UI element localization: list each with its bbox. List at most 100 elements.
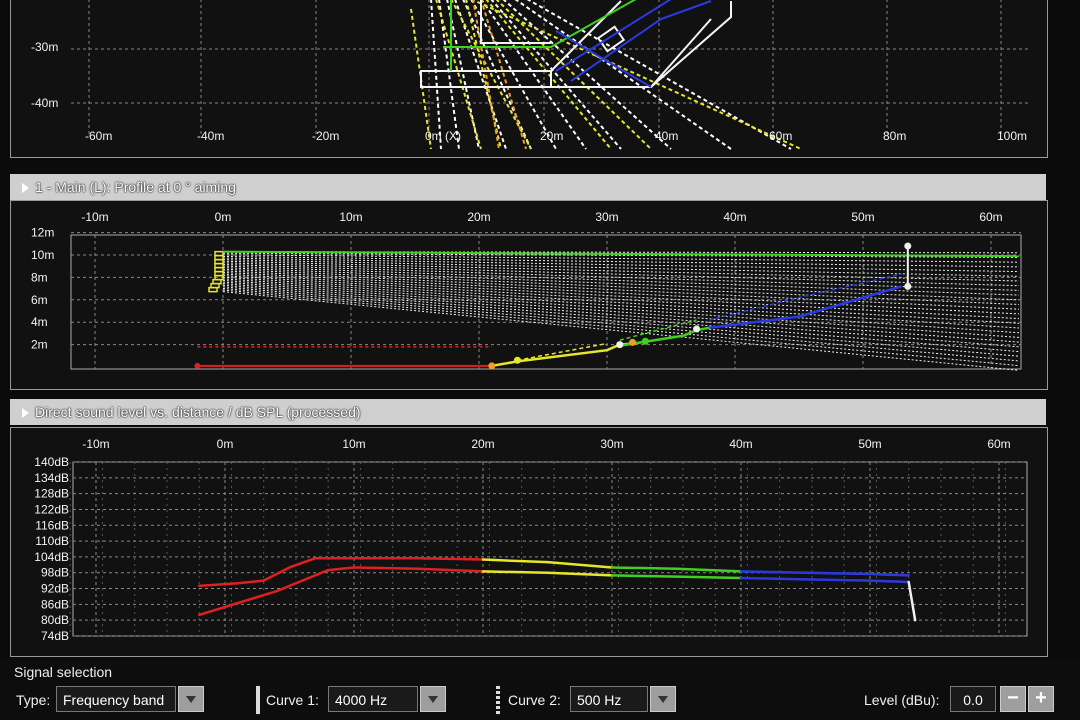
spl-chart-panel: -10m 0m 10m 20m 30m 40m 50m 60m 140dB 134dB 128dB 1… — [10, 427, 1048, 657]
type-dropdown[interactable]: Frequency band — [56, 686, 176, 712]
profile-x-tick-label: 30m — [595, 210, 618, 224]
spl-series-1-segment — [868, 572, 910, 577]
audience-yellow-line — [491, 342, 633, 368]
sound-ray — [472, 0, 500, 150]
top-x-tick-label: -40m — [197, 129, 224, 143]
sound-ray — [480, 0, 527, 150]
profile-point — [616, 341, 624, 349]
audience-blue-dashed — [709, 273, 902, 321]
sound-ray — [502, 0, 672, 150]
profile-sound-ray — [222, 273, 1020, 320]
spl-series-2-segment — [275, 579, 304, 593]
top-y-tick-label: -30m — [31, 40, 58, 54]
profile-x-tick-label: 40m — [723, 210, 746, 224]
spl-series-2-segment — [352, 566, 420, 571]
spl-x-tick-label: 10m — [342, 437, 365, 451]
spl-series-1-segment — [804, 571, 872, 576]
spl-y-tick-label: 116dB — [35, 518, 69, 532]
spl-chart: -10m 0m 10m 20m 30m 40m 50m 60m140dB134dB128dB1… — [34, 437, 1028, 643]
blue-zone-line — [555, 30, 652, 88]
spl-y-tick-label: 128dB — [34, 487, 69, 501]
curve2-label: Curve 2: — [508, 692, 561, 708]
spl-series-2-segment — [868, 579, 910, 584]
spl-x-tick-label: 20m — [471, 437, 494, 451]
expand-triangle-icon[interactable] — [22, 408, 29, 419]
spl-series-1-segment — [262, 566, 291, 582]
profile-x-tick-label: -10m — [81, 210, 108, 224]
spl-y-tick-label: 74dB — [41, 629, 69, 643]
profile-y-tick-label: 12m — [31, 226, 54, 240]
profile-sound-ray — [222, 270, 1020, 310]
spl-series-1-segment — [481, 558, 549, 564]
spl-series-1-segment — [288, 556, 317, 569]
spl-series-2-segment — [804, 578, 872, 582]
top-plot: -30m -40m -60m -40m -20m 0m (X) 20m 40m 60m 80m 10… — [31, 0, 1031, 150]
spl-section-title: Direct sound level vs. distance / dB SPL… — [35, 404, 361, 420]
profile-x-tick-label: 10m — [339, 210, 362, 224]
spl-y-tick-label: 98dB — [41, 566, 69, 580]
level-label: Level (dBu): — [864, 692, 940, 708]
array-element — [208, 286, 218, 293]
profile-y-tick-label: 4m — [31, 315, 48, 329]
curve1-dropdown[interactable]: 4000 Hz — [328, 686, 418, 712]
curve1-dropdown-chevron-down-icon[interactable] — [420, 686, 446, 712]
audience-blue-line — [709, 285, 902, 330]
profile-plot: -10m 0m 10m 20m 30m 40m 50m 60m 12m 10m 8m 6m 4m 2m — [31, 210, 1022, 371]
spl-x-tick-label: 0m — [217, 437, 234, 451]
spl-y-tick-label: 104dB — [34, 550, 69, 564]
top-plot-panel: -30m -40m -60m -40m -20m 0m (X) 20m 40m 60m 80m 10… — [10, 0, 1048, 158]
spl-y-tick-label: 122dB — [34, 502, 69, 516]
profile-point — [693, 325, 701, 333]
spl-series-1-segment — [675, 567, 743, 573]
top-x-tick-label: 100m — [997, 129, 1027, 143]
spl-section-header[interactable]: Direct sound level vs. distance / dB SPL… — [10, 399, 1046, 425]
spl-x-tick-label: 60m — [987, 437, 1010, 451]
spl-series-2-segment — [301, 568, 330, 582]
sound-ray — [485, 0, 612, 150]
expand-triangle-icon[interactable] — [22, 183, 29, 194]
curve1-label: Curve 1: — [266, 692, 319, 708]
profile-point — [513, 356, 521, 364]
spl-series-1-segment — [417, 556, 485, 561]
spl-y-tick-label: 92dB — [41, 582, 69, 596]
signal-selection-bar: Signal selection Type: Frequency band Cu… — [0, 658, 1080, 720]
profile-sound-ray — [222, 255, 1020, 268]
spl-series-2-segment — [417, 567, 485, 573]
spl-series-2-segment — [223, 597, 253, 609]
type-label: Type: — [16, 692, 51, 708]
profile-plot-panel: -10m 0m 10m 20m 30m 40m 50m 60m 12m 10m 8m 6m 4m 2m — [10, 200, 1048, 390]
spl-series-2-segment — [739, 576, 807, 581]
profile-y-tick-label: 8m — [31, 270, 48, 284]
top-x-tick-label: -20m — [312, 129, 339, 143]
spl-series-2-segment — [197, 605, 227, 617]
profile-point — [904, 242, 912, 250]
profile-y-tick-label: 6m — [31, 293, 48, 307]
curve2-divider — [496, 686, 500, 714]
curve2-dropdown-chevron-down-icon[interactable] — [650, 686, 676, 712]
profile-sound-ray — [222, 267, 1020, 301]
profile-sound-ray — [222, 259, 1020, 277]
profile-x-tick-label: 20m — [467, 210, 490, 224]
type-dropdown-chevron-down-icon[interactable] — [178, 686, 204, 712]
blue-zone-line — [570, 0, 712, 82]
profile-x-tick-label: 50m — [851, 210, 874, 224]
profile-sound-ray — [222, 271, 1020, 315]
curve2-dropdown[interactable]: 500 Hz — [570, 686, 648, 712]
sound-ray — [480, 0, 587, 150]
level-decrement-button[interactable]: − — [1000, 686, 1026, 712]
spl-series-2-segment — [249, 589, 278, 601]
spl-x-tick-label: 40m — [729, 437, 752, 451]
spl-series-1-segment — [739, 570, 807, 574]
profile-y-tick-label: 10m — [31, 248, 54, 262]
level-input[interactable]: 0.0 — [950, 686, 996, 712]
profile-point — [488, 362, 496, 370]
venue-outline — [650, 18, 712, 88]
spl-y-tick-label: 80dB — [41, 613, 69, 627]
spl-series-1-segment — [236, 579, 265, 585]
spl-series-2-segment — [907, 580, 917, 622]
top-x-tick-label: 20m — [540, 129, 563, 143]
profile-section-header[interactable]: 1 - Main (L): Profile at 0 ° aiming — [10, 174, 1046, 200]
top-x-tick-label: 60m — [769, 129, 792, 143]
profile-x-tick-label: 0m — [215, 210, 232, 224]
level-increment-button[interactable]: + — [1028, 686, 1054, 712]
